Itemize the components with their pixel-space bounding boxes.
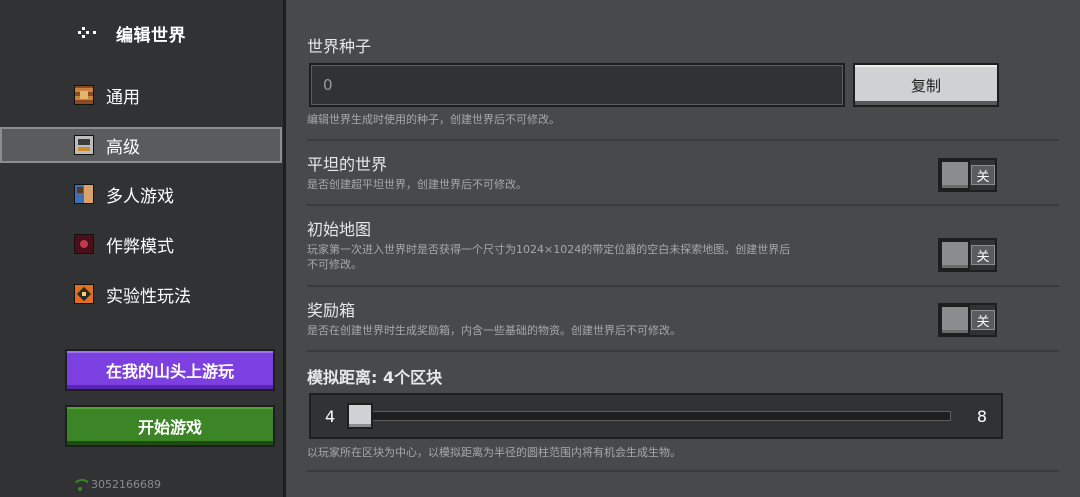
divider (307, 204, 1059, 206)
starting-map-title: 初始地图 (307, 220, 372, 239)
play-button[interactable]: 开始游戏 (65, 405, 275, 447)
simulation-distance-description: 以玩家所在区块为中心，以模拟距离为半径的圆柱范围内将有机会生成生物。 (307, 446, 681, 459)
simulation-distance-slider[interactable]: 4 8 (309, 393, 1003, 439)
seed-title: 世界种子 (307, 37, 372, 56)
slider-max-label: 8 (976, 407, 987, 426)
back-arrow-icon[interactable] (74, 20, 100, 46)
copy-seed-button[interactable]: 复制 (853, 63, 999, 107)
toggle-knob (940, 305, 970, 335)
sidebar-item-label: 通用 (106, 87, 140, 108)
seed-input[interactable]: 0 (309, 63, 845, 107)
divider (307, 285, 1059, 287)
slider-track[interactable] (351, 411, 951, 421)
sidebar-item-label: 作弊模式 (106, 236, 174, 257)
general-icon (74, 85, 94, 105)
toggle-knob (940, 240, 970, 270)
wifi-icon (72, 478, 88, 491)
experiments-icon (74, 284, 94, 304)
toggle-knob (940, 160, 970, 190)
sidebar-header: 编辑世界 (74, 20, 186, 46)
slider-handle[interactable] (347, 403, 373, 429)
simulation-distance-title: 模拟距离: 4个区块 (307, 368, 443, 387)
sidebar-item-label: 高级 (106, 137, 140, 158)
toggle-off-label: 关 (971, 245, 995, 265)
sidebar-item-label: 实验性玩法 (106, 286, 191, 307)
bonus-chest-description: 是否在创建世界时生成奖励箱，内含一些基础的物资。创建世界后不可修改。 (307, 324, 681, 337)
divider (307, 470, 1059, 472)
flat-world-toggle[interactable]: 关 (938, 158, 997, 192)
sidebar-item-experiments[interactable]: 实验性玩法 (0, 276, 283, 312)
starting-map-toggle[interactable]: 关 (938, 238, 997, 272)
advanced-icon (74, 135, 94, 155)
starting-map-description: 玩家第一次进入世界时是否获得一个尺寸为1024×1024的带定位器的空白未探索地… (307, 243, 791, 271)
sidebar-title: 编辑世界 (116, 25, 186, 46)
toggle-off-label: 关 (971, 310, 995, 330)
divider (307, 139, 1059, 141)
sidebar-item-label: 多人游戏 (106, 186, 174, 207)
connection-id: 3052166689 (91, 478, 161, 491)
slider-min-label: 4 (325, 407, 336, 426)
sidebar-item-multiplayer[interactable]: 多人游戏 (0, 176, 283, 212)
flat-world-title: 平坦的世界 (307, 155, 388, 174)
sidebar-item-advanced[interactable]: 高级 (0, 127, 282, 163)
settings-panel: 世界种子 0 复制 编辑世界生成时使用的种子，创建世界后不可修改。 平坦的世界 … (286, 0, 1080, 497)
seed-value: 0 (323, 76, 333, 94)
seed-description: 编辑世界生成时使用的种子，创建世界后不可修改。 (307, 113, 560, 126)
play-on-realm-button[interactable]: 在我的山头上游玩 (65, 349, 275, 391)
connection-status: 3052166689 (72, 478, 161, 491)
bonus-chest-title: 奖励箱 (307, 301, 356, 320)
cheats-icon (74, 234, 94, 254)
sidebar-item-cheats[interactable]: 作弊模式 (0, 226, 283, 262)
divider (307, 350, 1059, 352)
flat-world-description: 是否创建超平坦世界，创建世界后不可修改。 (307, 178, 527, 191)
sidebar-item-general[interactable]: 通用 (0, 77, 283, 113)
multiplayer-icon (74, 184, 94, 204)
sidebar: 编辑世界 通用 高级 多人游戏 作弊模式 实验性玩法 在我的山头上游玩 开始游戏… (0, 0, 283, 497)
bonus-chest-toggle[interactable]: 关 (938, 303, 997, 337)
toggle-off-label: 关 (971, 165, 995, 185)
